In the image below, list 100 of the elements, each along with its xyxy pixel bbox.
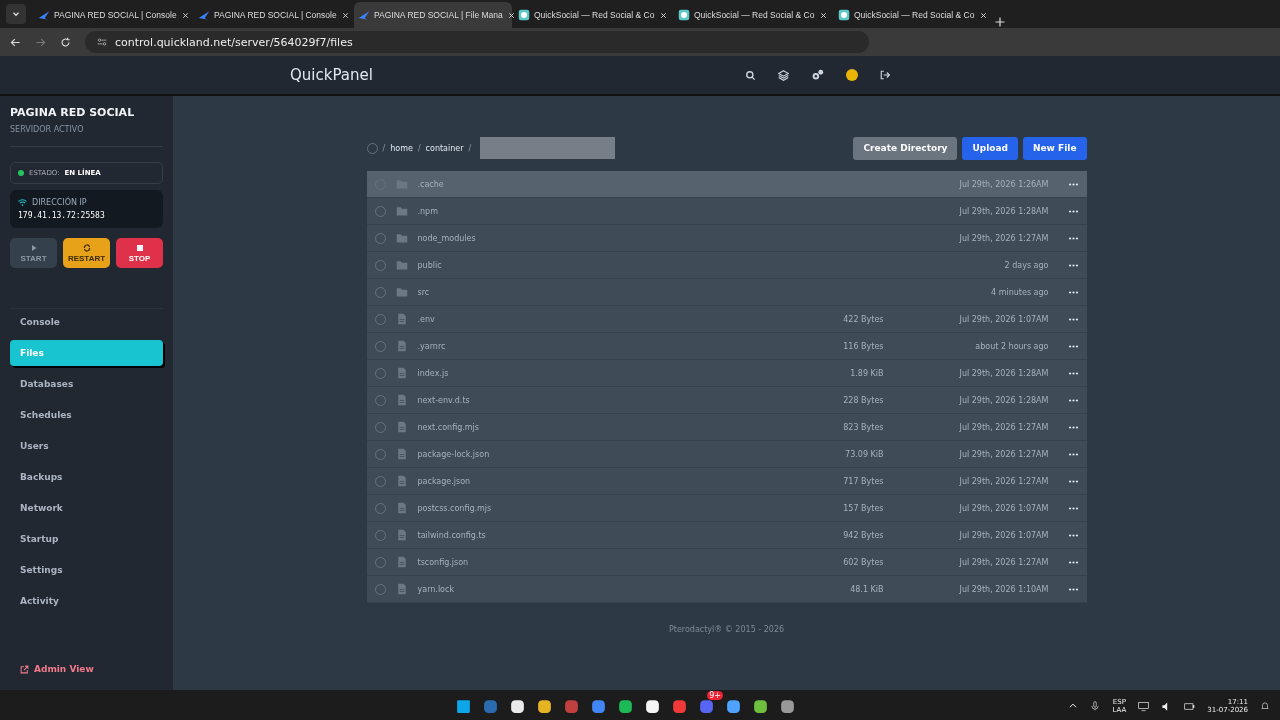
logout-icon — [880, 70, 890, 80]
site-settings-icon — [97, 37, 107, 47]
primary-action-button[interactable]: Upload — [962, 136, 1018, 160]
monitor-icon — [1138, 700, 1150, 712]
file-row[interactable]: .npm Jul 29th, 2026 1:28AM — [366, 198, 1087, 225]
file-row[interactable]: tailwind.config.ts 942 Bytes Jul 29th, 2026 1:07AM — [366, 522, 1087, 549]
server-subtitle: SERVIDOR ACTIVO — [10, 125, 163, 147]
file-icon — [395, 529, 408, 541]
file-size: 717 Bytes — [842, 476, 884, 486]
file-size: 422 Bytes — [842, 314, 884, 324]
file-row[interactable]: next-env.d.ts 228 Bytes Jul 29th, 2026 1:28AM — [366, 387, 1087, 414]
file-row[interactable]: .yarnrc 116 Bytes about 2 hours ago — [366, 333, 1087, 360]
nav-item[interactable]: Activity — [10, 588, 163, 614]
modified-date: Jul 29th, 2026 1:28AM — [958, 206, 1049, 216]
browser-tab[interactable]: QuickSocial — Red Social & Co — [674, 2, 832, 28]
browser-tab[interactable]: PAGINA RED SOCIAL | Console — [194, 2, 352, 28]
nav-item[interactable]: Console — [10, 309, 163, 335]
modified-date: Jul 29th, 2026 1:27AM — [958, 476, 1049, 486]
file-name: yarn.lock — [417, 584, 456, 594]
file-row[interactable]: yarn.lock 48.1 KiB Jul 29th, 2026 1:10AM — [366, 576, 1087, 603]
footer-text: Pterodactyl® © 2015 - 2026 — [668, 625, 785, 634]
nav-item[interactable]: Users — [10, 433, 163, 459]
app-icon — [678, 9, 690, 21]
breadcrumb-separator: / — [468, 143, 472, 153]
breadcrumb-separator: / — [382, 143, 386, 153]
file-icon — [395, 367, 408, 379]
browser-tab[interactable]: PAGINA RED SOCIAL | File Mana — [354, 2, 512, 28]
file-row[interactable]: package-lock.json 73.09 KiB Jul 29th, 2026 1:27AM — [366, 441, 1087, 468]
file-name: .npm — [417, 206, 439, 216]
file-row[interactable]: index.js 1.89 KiB Jul 29th, 2026 1:28AM — [366, 360, 1087, 387]
breadcrumb-link[interactable]: home — [390, 143, 413, 153]
file-name: public — [417, 260, 443, 270]
plus-icon — [994, 16, 1006, 28]
file-name: next-env.d.ts — [417, 395, 471, 405]
browser-tab[interactable]: QuickSocial — Red Social & Co — [834, 2, 992, 28]
file-icon — [395, 340, 408, 352]
microphone-icon — [1090, 701, 1101, 711]
file-row[interactable]: src 4 minutes ago — [366, 279, 1087, 306]
wifi-icon — [18, 198, 27, 207]
stop-icon — [135, 243, 144, 252]
file-name: index.js — [417, 368, 450, 378]
breadcrumb-link[interactable]: container — [425, 143, 464, 153]
modified-date: Jul 29th, 2026 1:26AM — [958, 179, 1049, 189]
nav-item[interactable]: Schedules — [10, 402, 163, 428]
nav-item[interactable]: Network — [10, 495, 163, 521]
modified-date: 4 minutes ago — [990, 287, 1049, 297]
search-icon — [745, 69, 756, 81]
app-title: QuickPanel — [290, 66, 374, 84]
close-icon — [659, 10, 668, 20]
back-arrow-icon — [10, 36, 21, 48]
close-icon — [506, 10, 516, 20]
tab-list-button[interactable] — [6, 4, 26, 24]
forward-arrow-icon — [35, 36, 46, 48]
modified-date: Jul 29th, 2026 1:07AM — [958, 314, 1049, 324]
file-row[interactable]: node_modules Jul 29th, 2026 1:27AM — [366, 225, 1087, 252]
nav-item[interactable]: Settings — [10, 557, 163, 583]
file-size: 73.09 KiB — [844, 449, 884, 459]
browser-tab[interactable]: PAGINA RED SOCIAL | Console — [34, 2, 192, 28]
primary-action-button[interactable]: New File — [1023, 136, 1087, 160]
nav-item[interactable]: Startup — [10, 526, 163, 552]
address-bar[interactable]: control.quickland.net/server/564029f7/files — [85, 31, 869, 53]
server-name: PAGINA RED SOCIAL — [10, 106, 136, 119]
restart-button[interactable]: RESTART — [63, 238, 110, 268]
layers-icon — [778, 69, 789, 81]
modified-date: Jul 29th, 2026 1:10AM — [958, 584, 1049, 594]
modified-date: Jul 29th, 2026 1:07AM — [958, 503, 1049, 513]
file-name: src — [417, 287, 431, 297]
file-icon — [395, 556, 408, 568]
avatar-icon[interactable] — [846, 69, 858, 81]
nav-item[interactable]: Backups — [10, 464, 163, 490]
file-row[interactable]: tsconfig.json 602 Bytes Jul 29th, 2026 1:27AM — [366, 549, 1087, 576]
file-name: node_modules — [417, 233, 477, 243]
file-row[interactable]: public 2 days ago — [366, 252, 1087, 279]
refresh-icon — [82, 243, 91, 252]
file-size: 48.1 KiB — [849, 584, 884, 594]
file-name: package-lock.json — [417, 449, 491, 459]
file-size: 228 Bytes — [842, 395, 884, 405]
file-name: .cache — [417, 179, 445, 189]
ip-address: 179.41.13.72:25583 — [18, 211, 106, 220]
admin-link[interactable]: Admin View — [10, 664, 163, 674]
file-icon — [395, 313, 408, 325]
file-row[interactable]: package.json 717 Bytes Jul 29th, 2026 1:27AM — [366, 468, 1087, 495]
file-icon — [395, 583, 408, 595]
close-icon — [819, 10, 828, 20]
close-icon — [340, 10, 350, 20]
file-row[interactable]: next.config.mjs 823 Bytes Jul 29th, 2026 1:27AM — [366, 414, 1087, 441]
file-size: 602 Bytes — [842, 557, 884, 567]
file-name: postcss.config.mjs — [417, 503, 493, 513]
file-row[interactable]: postcss.config.mjs 157 Bytes Jul 29th, 2026 1:07AM — [366, 495, 1087, 522]
file-row[interactable]: .env 422 Bytes Jul 29th, 2026 1:07AM — [366, 306, 1087, 333]
chevron-up-icon — [1068, 701, 1079, 711]
stop-button[interactable]: STOP — [116, 238, 163, 268]
secondary-action-button[interactable]: Create Directory — [853, 136, 958, 160]
file-icon — [395, 421, 408, 433]
file-size: 116 Bytes — [842, 341, 884, 351]
modified-date: 2 days ago — [1003, 260, 1049, 270]
nav-item[interactable]: Databases — [10, 371, 163, 397]
browser-tab[interactable]: QuickSocial — Red Social & Co — [514, 2, 672, 28]
file-name: tsconfig.json — [417, 557, 470, 567]
external-link-icon — [20, 664, 29, 674]
